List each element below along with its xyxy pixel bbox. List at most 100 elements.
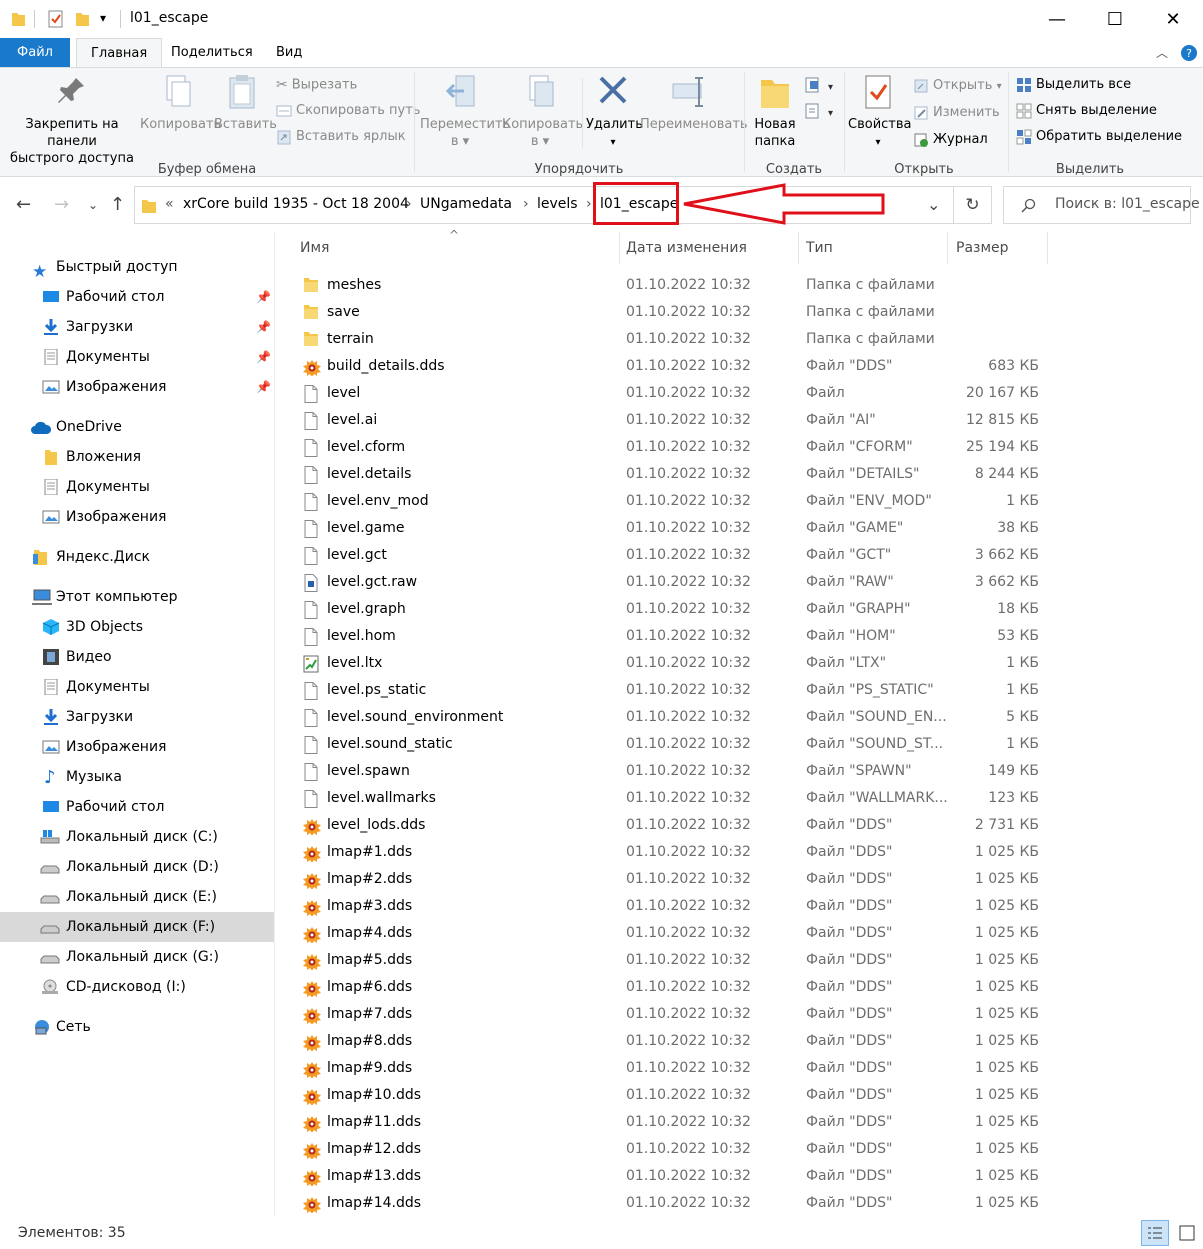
- sidebar-item-pc-desktop[interactable]: Рабочий стол: [0, 792, 274, 822]
- forward-arrow-icon[interactable]: →: [54, 194, 69, 215]
- move-to-button[interactable]: Переместить в ▾: [420, 72, 510, 150]
- file-row[interactable]: level.sound_environment 01.10.2022 10:32 Ф…: [276, 704, 1203, 731]
- new-folder-button[interactable]: Новая папка: [748, 72, 802, 150]
- file-row[interactable]: lmap#2.dds 01.10.2022 10:32 Файл "DDS" 1 02…: [276, 866, 1203, 893]
- tab-share[interactable]: Поделиться: [157, 38, 267, 67]
- sidebar-item-3d-objects[interactable]: 3D Objects: [0, 612, 274, 642]
- file-row[interactable]: meshes 01.10.2022 10:32 Папка с файлами: [276, 272, 1203, 299]
- breadcrumb-ungamedata[interactable]: UNgamedata: [420, 196, 512, 212]
- sidebar-item-pictures[interactable]: Изображения 📌: [0, 372, 274, 402]
- file-row[interactable]: level.wallmarks 01.10.2022 10:32 Файл "WAL…: [276, 785, 1203, 812]
- file-row[interactable]: lmap#5.dds 01.10.2022 10:32 Файл "DDS" 1 02…: [276, 947, 1203, 974]
- history-button[interactable]: Журнал: [913, 130, 988, 150]
- easy-access-icon[interactable]: ▾: [804, 102, 834, 122]
- sidebar-item-drive-c[interactable]: Локальный диск (C:): [0, 822, 274, 852]
- column-header-size[interactable]: Размер: [956, 240, 1009, 262]
- delete-button[interactable]: Удалить ▾: [586, 72, 643, 151]
- file-row[interactable]: lmap#6.dds 01.10.2022 10:32 Файл "DDS" 1 02…: [276, 974, 1203, 1001]
- file-row[interactable]: level.spawn 01.10.2022 10:32 Файл "SPAWN" 1…: [276, 758, 1203, 785]
- file-row[interactable]: lmap#12.dds 01.10.2022 10:32 Файл "DDS" 1 0…: [276, 1136, 1203, 1163]
- pin-icon[interactable]: 📌: [256, 312, 271, 342]
- file-row[interactable]: lmap#14.dds 01.10.2022 10:32 Файл "DDS" 1 0…: [276, 1190, 1203, 1217]
- sidebar-yandex-disk[interactable]: Яндекс.Диск: [0, 542, 274, 572]
- file-row[interactable]: lmap#3.dds 01.10.2022 10:32 Файл "DDS" 1 02…: [276, 893, 1203, 920]
- refresh-button[interactable]: ↻: [954, 186, 992, 224]
- breadcrumb-xrcore[interactable]: xrCore build 1935 - Oct 18 2004: [183, 196, 409, 212]
- breadcrumb-separator[interactable]: ›: [586, 196, 592, 212]
- sidebar-item-pc-documents[interactable]: Документы: [0, 672, 274, 702]
- file-row[interactable]: level.ltx 01.10.2022 10:32 Файл "LTX" 1 КБ: [276, 650, 1203, 677]
- sidebar-onedrive[interactable]: OneDrive: [0, 412, 274, 442]
- file-row[interactable]: level.details 01.10.2022 10:32 Файл "DETAI…: [276, 461, 1203, 488]
- file-row[interactable]: level.gct 01.10.2022 10:32 Файл "GCT" 3 662…: [276, 542, 1203, 569]
- rename-button[interactable]: Переименовать: [640, 72, 748, 133]
- file-row[interactable]: level_lods.dds 01.10.2022 10:32 Файл "DDS"…: [276, 812, 1203, 839]
- collapse-ribbon-icon[interactable]: ︿: [1156, 44, 1168, 61]
- sidebar-item-cd-drive[interactable]: CD-дисковод (I:): [0, 972, 274, 1002]
- file-row[interactable]: level.cform 01.10.2022 10:32 Файл "CFORM" 2…: [276, 434, 1203, 461]
- sidebar-item-attachments[interactable]: Вложения: [0, 442, 274, 472]
- sidebar-item-music[interactable]: ♪ Музыка: [0, 762, 274, 792]
- properties-button[interactable]: Свойства ▾: [848, 72, 912, 151]
- pin-icon[interactable]: 📌: [256, 282, 271, 312]
- up-arrow-icon[interactable]: ↑: [110, 194, 125, 215]
- sidebar-quick-access[interactable]: ★ Быстрый доступ: [0, 252, 274, 282]
- column-header-date[interactable]: Дата изменения: [626, 240, 747, 262]
- sidebar-item-drive-d[interactable]: Локальный диск (D:): [0, 852, 274, 882]
- breadcrumb-separator[interactable]: ›: [523, 196, 529, 212]
- file-row[interactable]: level.hom 01.10.2022 10:32 Файл "HOM" 53 КБ: [276, 623, 1203, 650]
- column-divider[interactable]: [798, 232, 799, 264]
- edit-button[interactable]: Изменить: [913, 103, 1000, 123]
- sidebar-item-drive-e[interactable]: Локальный диск (E:): [0, 882, 274, 912]
- paste-shortcut-button[interactable]: Вставить ярлык: [276, 127, 406, 147]
- file-row[interactable]: lmap#8.dds 01.10.2022 10:32 Файл "DDS" 1 02…: [276, 1028, 1203, 1055]
- quick-access-dropdown[interactable]: ▾: [100, 11, 106, 31]
- new-item-icon[interactable]: ▾: [804, 76, 834, 96]
- sidebar-this-pc[interactable]: Этот компьютер: [0, 582, 274, 612]
- file-row[interactable]: level.gct.raw 01.10.2022 10:32 Файл "RAW" 3…: [276, 569, 1203, 596]
- column-header-type[interactable]: Тип: [806, 240, 833, 262]
- copy-path-button[interactable]: Скопировать путь: [276, 101, 420, 121]
- cut-button[interactable]: ✂ Вырезать: [276, 75, 357, 95]
- file-row[interactable]: lmap#4.dds 01.10.2022 10:32 Файл "DDS" 1 02…: [276, 920, 1203, 947]
- properties-icon[interactable]: [46, 9, 66, 29]
- invert-selection-button[interactable]: Обратить выделение: [1016, 127, 1182, 147]
- open-button[interactable]: Открыть ▾: [913, 76, 1002, 96]
- tab-home[interactable]: Главная: [76, 38, 163, 68]
- sidebar-item-pc-downloads[interactable]: Загрузки: [0, 702, 274, 732]
- sidebar-item-drive-g[interactable]: Локальный диск (G:): [0, 942, 274, 972]
- maximize-button[interactable]: ☐: [1086, 0, 1144, 38]
- file-row[interactable]: level.game 01.10.2022 10:32 Файл "GAME" 38 …: [276, 515, 1203, 542]
- column-divider[interactable]: [619, 232, 620, 264]
- file-row[interactable]: lmap#13.dds 01.10.2022 10:32 Файл "DDS" 1 0…: [276, 1163, 1203, 1190]
- file-row[interactable]: level.ai 01.10.2022 10:32 Файл "AI" 12 815 …: [276, 407, 1203, 434]
- tab-file[interactable]: Файл: [0, 38, 70, 67]
- sidebar-item-pc-pictures[interactable]: Изображения: [0, 732, 274, 762]
- file-row[interactable]: level 01.10.2022 10:32 Файл 20 167 КБ: [276, 380, 1203, 407]
- breadcrumb-levels[interactable]: levels: [537, 196, 578, 212]
- file-row[interactable]: build_details.dds 01.10.2022 10:32 Файл "D…: [276, 353, 1203, 380]
- pin-icon[interactable]: 📌: [256, 372, 271, 402]
- column-divider[interactable]: [947, 232, 948, 264]
- address-history-chevron-icon[interactable]: ⌄: [927, 195, 940, 214]
- file-row[interactable]: lmap#11.dds 01.10.2022 10:32 Файл "DDS" 1 0…: [276, 1109, 1203, 1136]
- pin-icon[interactable]: 📌: [256, 342, 271, 372]
- sidebar-item-downloads[interactable]: Загрузки 📌: [0, 312, 274, 342]
- recent-locations-chevron-icon[interactable]: ⌄: [88, 198, 98, 212]
- sidebar-network[interactable]: Сеть: [0, 1012, 274, 1042]
- copy-to-button[interactable]: Копировать в ▾: [502, 72, 583, 150]
- sidebar-item-onedrive-documents[interactable]: Документы: [0, 472, 274, 502]
- pin-to-quick-access-button[interactable]: Закрепить на панели быстрого доступа: [8, 72, 136, 167]
- file-row[interactable]: level.ps_static 01.10.2022 10:32 Файл "PS_…: [276, 677, 1203, 704]
- help-icon[interactable]: ?: [1180, 44, 1198, 62]
- select-all-button[interactable]: Выделить все: [1016, 75, 1131, 95]
- file-row[interactable]: lmap#10.dds 01.10.2022 10:32 Файл "DDS" 1 0…: [276, 1082, 1203, 1109]
- close-button[interactable]: ✕: [1144, 0, 1202, 38]
- breadcrumb-separator[interactable]: ›: [406, 196, 412, 212]
- large-icons-view-button[interactable]: [1173, 1220, 1201, 1246]
- minimize-button[interactable]: —: [1028, 0, 1086, 38]
- paste-button[interactable]: Вставить: [214, 72, 277, 133]
- file-row[interactable]: level.sound_static 01.10.2022 10:32 Файл "…: [276, 731, 1203, 758]
- sidebar-item-videos[interactable]: Видео: [0, 642, 274, 672]
- file-row[interactable]: terrain 01.10.2022 10:32 Папка с файлами: [276, 326, 1203, 353]
